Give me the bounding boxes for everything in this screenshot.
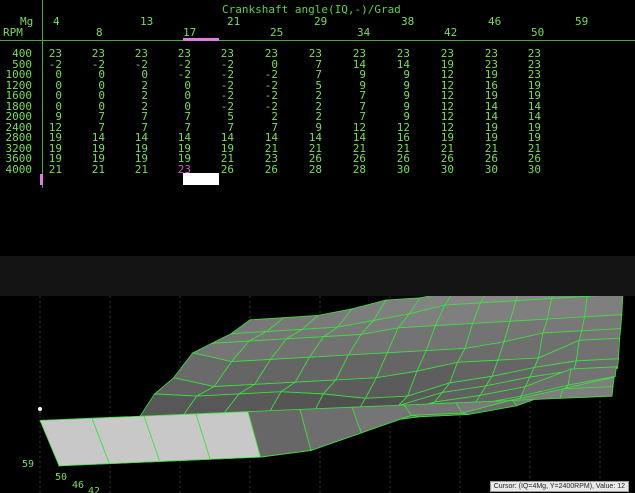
- surface-cell: [575, 337, 621, 362]
- row-axis-label: RPM: [3, 26, 23, 39]
- col-header-lower: 50: [531, 26, 545, 39]
- table-cell[interactable]: 26: [204, 164, 234, 175]
- col-header-upper: 13: [140, 15, 154, 28]
- surface-cell: [546, 296, 588, 320]
- surface-cell: [299, 406, 362, 451]
- col-header-lower: 25: [270, 26, 284, 39]
- col-header-lower: 42: [444, 26, 458, 39]
- table-cell[interactable]: 23: [161, 164, 191, 175]
- surface-cell: [403, 402, 463, 416]
- table-cell[interactable]: 28: [292, 164, 322, 175]
- axis-label-46: 46: [72, 480, 85, 491]
- map-3d-view[interactable]: 59 50 46 42 Cursor: (IQ=4Mg, Y=2400RPM),…: [0, 296, 635, 493]
- surface-cell: [559, 386, 614, 399]
- selected-column-marker: [183, 38, 219, 41]
- surface-cell: [542, 316, 586, 334]
- col-header-upper: 46: [488, 15, 502, 28]
- selected-row-marker: [40, 174, 43, 185]
- surface-cell: [584, 296, 624, 318]
- surface-cell: [509, 298, 553, 322]
- cursor-point: [38, 407, 42, 411]
- table-title: Crankshaft angle(IQ,-)/Grad: [222, 3, 401, 16]
- table-cell[interactable]: 30: [424, 164, 454, 175]
- table-cell[interactable]: 30: [511, 164, 541, 175]
- axis-label-59: 59: [22, 459, 35, 470]
- table-cell[interactable]: 21: [118, 164, 148, 175]
- header-divider-horizontal: [0, 40, 635, 41]
- col-header-upper: 59: [575, 15, 589, 28]
- col-header-upper: 21: [227, 15, 241, 28]
- rpm-row-label: 4000: [5, 163, 33, 176]
- table-cell[interactable]: 21: [75, 164, 105, 175]
- table-cell[interactable]: 26: [248, 164, 278, 175]
- table-cell[interactable]: 21: [32, 164, 62, 175]
- cursor-status-bar: Cursor: (IQ=4Mg, Y=2400RPM), Value: 12: [489, 481, 629, 492]
- map-table-panel: Crankshaft angle(IQ,-)/Grad Mg RPM 4 13 21…: [0, 0, 635, 256]
- col-header-lower: 17: [183, 26, 197, 39]
- map-3d-surface[interactable]: [0, 296, 635, 493]
- table-cell[interactable]: 30: [468, 164, 498, 175]
- axis-label-42: 42: [88, 486, 101, 493]
- col-header-upper: 4: [53, 15, 60, 28]
- panel-separator: [0, 256, 635, 296]
- col-header-upper: 38: [401, 15, 415, 28]
- axis-label-50: 50: [55, 472, 68, 483]
- table-cell[interactable]: 30: [380, 164, 410, 175]
- surface-cell: [581, 314, 623, 332]
- col-header-upper: 29: [314, 15, 328, 28]
- table-cell[interactable]: 28: [336, 164, 366, 175]
- col-header-lower: 8: [96, 26, 103, 39]
- col-header-lower: 34: [357, 26, 371, 39]
